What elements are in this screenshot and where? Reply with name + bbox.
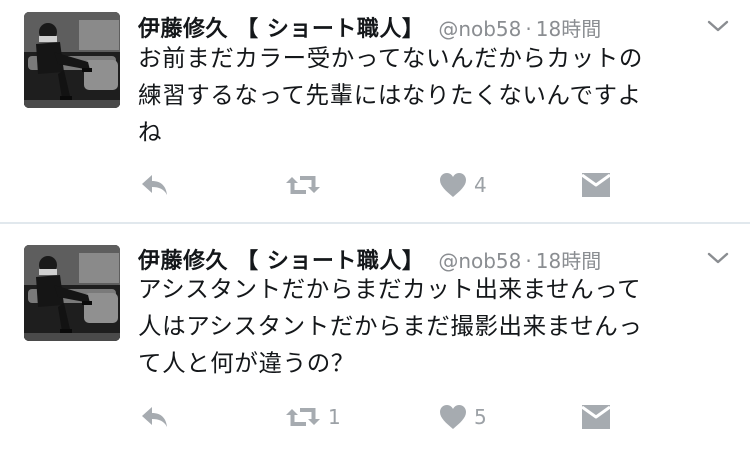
reply-icon	[138, 404, 170, 430]
timestamp[interactable]: 18時間	[536, 17, 601, 41]
separator-dot: ·	[525, 249, 532, 273]
heart-icon	[438, 171, 468, 199]
avatar[interactable]	[24, 12, 120, 108]
retweet-button[interactable]: 1	[284, 401, 341, 433]
tweet-actions: 1 5	[138, 401, 618, 433]
tweet-text: お前まだカラー受かってないんだからカットの 練習するなって先輩にはなりたくないん…	[138, 44, 643, 146]
tweet-text: アシスタントだからまだカット出来ませんって 人はアシスタントだからまだ撮影出来ま…	[138, 275, 643, 377]
retweet-button[interactable]	[284, 169, 328, 201]
timestamp[interactable]: 18時間	[536, 249, 601, 273]
reply-button[interactable]	[138, 401, 170, 433]
reply-button[interactable]	[138, 169, 170, 201]
direct-message-button[interactable]	[580, 169, 612, 201]
direct-message-button[interactable]	[580, 401, 612, 433]
tweet-actions: 4	[138, 169, 618, 201]
like-count: 5	[474, 405, 487, 429]
avatar[interactable]	[24, 245, 120, 341]
tweet-header: 伊藤修久 【 ショート職人】 @nob58 · 18時間	[138, 11, 730, 42]
avatar-photo	[24, 245, 120, 341]
display-name[interactable]: 伊藤修久 【 ショート職人】	[138, 17, 424, 42]
user-handle[interactable]: @nob58	[438, 249, 521, 273]
reply-icon	[138, 172, 170, 198]
separator-dot: ·	[525, 17, 532, 41]
like-count: 4	[474, 173, 487, 197]
retweet-icon	[284, 404, 322, 430]
user-handle[interactable]: @nob58	[438, 17, 521, 41]
direct-message-icon	[580, 403, 612, 431]
tweet[interactable]: 伊藤修久 【 ショート職人】 @nob58 · 18時間 アシスタントだからまだカット…	[0, 224, 750, 450]
avatar-photo	[24, 12, 120, 108]
like-button[interactable]: 4	[438, 169, 487, 201]
heart-icon	[438, 403, 468, 431]
tweet[interactable]: 伊藤修久 【 ショート職人】 @nob58 · 18時間 お前まだカラー受かってないん…	[0, 0, 750, 222]
chevron-down-icon[interactable]	[706, 17, 730, 35]
like-button[interactable]: 5	[438, 401, 487, 433]
retweet-icon	[284, 172, 322, 198]
chevron-down-icon[interactable]	[706, 249, 730, 267]
retweet-count: 1	[328, 405, 341, 429]
direct-message-icon	[580, 171, 612, 199]
tweet-header: 伊藤修久 【 ショート職人】 @nob58 · 18時間	[138, 243, 730, 274]
